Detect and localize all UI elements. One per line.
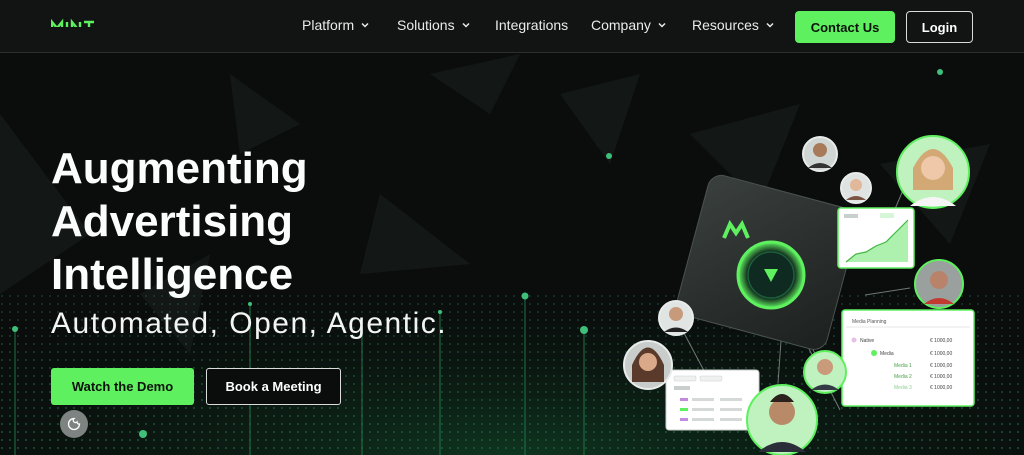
- nav-solutions-label: Solutions: [397, 17, 455, 33]
- nav-resources[interactable]: Resources: [692, 17, 775, 33]
- cookie-settings-button[interactable]: [60, 410, 88, 438]
- mp-row-label: Media: [880, 351, 894, 357]
- headline-line-1: Augmenting: [51, 144, 308, 193]
- nav-company[interactable]: Company: [591, 17, 667, 33]
- nav-platform-label: Platform: [302, 17, 355, 33]
- mp-row-value: € 1000,00: [930, 385, 952, 391]
- mp-row-value: € 1000,00: [930, 363, 952, 369]
- nav-integrations-label: Integrations: [495, 17, 569, 33]
- book-meeting-button[interactable]: Book a Meeting: [206, 368, 341, 405]
- hero-illustration: Media Planning Native € 1000,00 Media € …: [623, 135, 975, 455]
- login-button[interactable]: Login: [906, 11, 973, 43]
- media-planning-title: Media Planning: [852, 319, 887, 325]
- avatar: [802, 136, 838, 172]
- mp-row-value: € 1000,00: [930, 351, 952, 357]
- avatar: [746, 384, 818, 455]
- nav-company-label: Company: [591, 17, 651, 33]
- nav-integrations[interactable]: Integrations: [495, 17, 568, 33]
- cookie-settings-icon: [67, 417, 81, 431]
- avatar: [914, 259, 964, 309]
- mp-row-label: Media 1: [894, 363, 912, 369]
- avatar: [623, 340, 673, 390]
- hero-headline: Augmenting Advertising Intelligence: [51, 142, 308, 301]
- chevron-down-icon: [361, 22, 369, 28]
- data-table-card: [665, 369, 760, 431]
- avatar: [658, 300, 694, 336]
- chevron-down-icon: [658, 22, 666, 28]
- chevron-down-icon: [766, 22, 774, 28]
- avatar: [840, 172, 872, 204]
- nav-solutions[interactable]: Solutions: [397, 17, 471, 33]
- headline-line-3: Intelligence: [51, 250, 294, 299]
- nav-platform[interactable]: Platform: [302, 17, 370, 33]
- watch-demo-button[interactable]: Watch the Demo: [51, 368, 194, 405]
- mini-chart-card: [837, 207, 915, 269]
- mp-row-label: Media 2: [894, 374, 912, 380]
- contact-us-button[interactable]: Contact Us: [795, 11, 895, 43]
- mint-cube: [676, 174, 859, 350]
- hero-subheadline: Automated, Open, Agentic.: [51, 307, 448, 340]
- avatar: [803, 350, 847, 394]
- headline-line-2: Advertising: [51, 197, 294, 246]
- top-navigation-bar: Platform Solutions Integrations Company …: [0, 0, 1024, 53]
- mint-logo[interactable]: [51, 18, 111, 34]
- chevron-down-icon: [462, 22, 470, 28]
- mp-row-value: € 1000,00: [930, 338, 952, 344]
- mp-row-label: Native: [860, 338, 874, 344]
- avatar: [896, 135, 970, 209]
- nav-resources-label: Resources: [692, 17, 759, 33]
- media-planning-card: Media Planning Native € 1000,00 Media € …: [841, 309, 975, 407]
- mp-row-label: Media 3: [894, 385, 912, 391]
- mp-row-value: € 1000,00: [930, 374, 952, 380]
